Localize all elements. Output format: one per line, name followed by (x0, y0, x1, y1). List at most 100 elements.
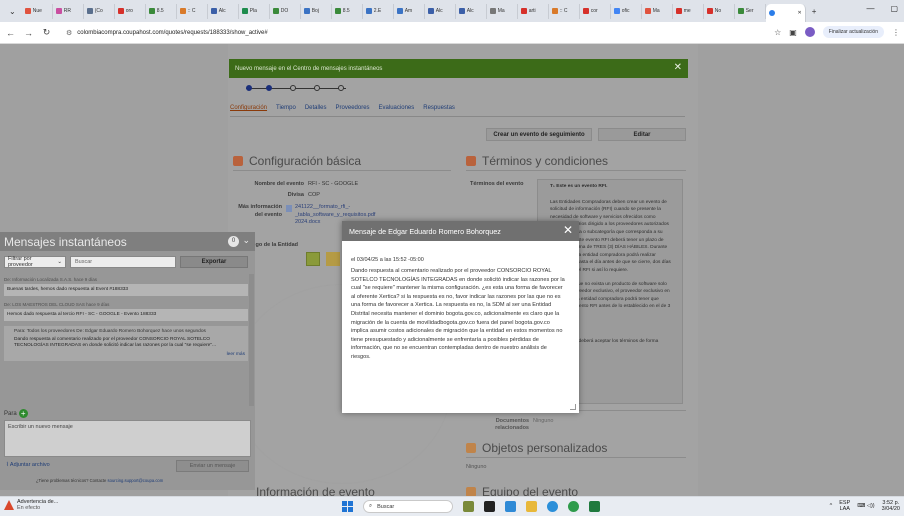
chat-search-input[interactable]: Buscar (70, 256, 176, 268)
tray-overflow-chevron-icon[interactable]: ^ (830, 503, 833, 509)
nav-configuracion[interactable]: Configuración (230, 105, 267, 111)
to-recipient-row: Para + (4, 409, 28, 418)
expanded-message[interactable]: Para: Todos los proveedores De: Edgar Ed… (4, 326, 248, 361)
browser-tab[interactable]: No (704, 3, 735, 19)
forward-arrow-icon[interactable]: → (21, 28, 36, 38)
browser-tab[interactable]: Ma (642, 3, 673, 19)
network-volume-icon[interactable]: ⌨ ◁)) (857, 503, 874, 509)
browser-tab[interactable]: :: C (177, 3, 208, 19)
browser-tab[interactable]: Ma (487, 3, 518, 19)
browser-tab[interactable]: 8.5 (146, 3, 177, 19)
back-arrow-icon[interactable]: ← (3, 28, 18, 38)
browser-tab[interactable]: ofic (611, 3, 642, 19)
chat-collapse-chevron-icon[interactable]: ⌄ (242, 235, 250, 246)
browser-tab[interactable]: Alc (456, 3, 487, 19)
wizard-step-3[interactable] (290, 85, 296, 91)
weather-warning-widget[interactable]: Advertencia de... En efecto (4, 499, 58, 511)
browser-tab[interactable]: me (673, 3, 704, 19)
browser-tab[interactable]: 8.5 (332, 3, 363, 19)
modal-resize-handle[interactable] (570, 404, 576, 410)
profile-avatar[interactable] (804, 27, 815, 37)
clock-date: 3/04/20 (881, 506, 900, 512)
browser-tab[interactable]: Boj (301, 3, 332, 19)
browser-menu-icon[interactable]: ⋮ (892, 28, 900, 37)
browser-tab[interactable]: arti (518, 3, 549, 19)
browser-tab[interactable]: oro (115, 3, 146, 19)
banner-text: Nuevo mensaje en el Centro de mensajes i… (235, 65, 383, 72)
excel-app-icon[interactable] (589, 501, 600, 512)
language-indicator[interactable]: ESP LAA (839, 500, 850, 512)
create-follow-up-event-button[interactable]: Crear un evento de seguimiento (486, 128, 592, 141)
tab-favicon-icon (427, 8, 434, 14)
maximize-icon[interactable]: ▢ (890, 4, 898, 13)
message-bubble[interactable]: Hemos dado respuesta al tercio RFI - SC … (4, 309, 248, 321)
tab-label: :: C (187, 8, 196, 14)
browser-tab[interactable]: Ser (735, 3, 766, 19)
terms-header: T₁ Este es un evento RFI. (550, 184, 608, 189)
browser-tab[interactable]: :: C (549, 3, 580, 19)
support-email-link[interactable]: sourcing.support@coupa.com (108, 478, 164, 483)
taskbar-search-box[interactable]: ⌕ Buscar (363, 500, 453, 513)
nav-proveedores[interactable]: Proveedores (336, 105, 370, 111)
export-button[interactable]: Exportar (180, 256, 248, 268)
wizard-step-4[interactable] (314, 85, 320, 91)
supplier-filter-select[interactable]: Filtrar por proveedor ⌄ (4, 256, 66, 268)
read-more-link[interactable]: leer más (14, 352, 245, 358)
nav-detalles[interactable]: Detalles (305, 105, 327, 111)
browser-tab[interactable]: Nue (22, 3, 53, 19)
new-message-textarea[interactable]: Escribir un nuevo mensaje (4, 420, 251, 457)
file-explorer-icon[interactable] (526, 501, 537, 512)
clock[interactable]: 3:52 p. 3/04/20 (882, 500, 900, 512)
nav-evaluaciones[interactable]: Evaluaciones (379, 105, 415, 111)
update-browser-button[interactable]: Finalizar actualización (822, 26, 884, 38)
wizard-step-2[interactable] (266, 85, 272, 91)
nav-respuestas[interactable]: Respuestas (423, 105, 455, 111)
tab-favicon-icon (365, 8, 372, 14)
browser-tab[interactable]: cor (580, 3, 611, 19)
tab-favicon-icon (675, 8, 682, 14)
attachment-link[interactable]: 241122__formato_rfi_-_tabla_software_y_r… (286, 204, 375, 227)
tab-close-icon[interactable]: ✕ (798, 10, 802, 16)
extensions-icon[interactable]: ▣ (789, 28, 797, 37)
store-app-icon[interactable] (505, 501, 516, 512)
browser-tab[interactable]: Am (394, 3, 425, 19)
tab-favicon-icon (303, 8, 310, 14)
nav-divider (230, 116, 685, 117)
add-recipient-plus-icon[interactable]: + (18, 409, 28, 418)
send-message-button[interactable]: Enviar un mensaje (176, 460, 249, 472)
reload-icon[interactable]: ↻ (39, 27, 54, 38)
edge-browser-icon[interactable] (547, 501, 558, 512)
browser-tab[interactable]: Alc (425, 3, 456, 19)
task-view-icon[interactable] (484, 501, 495, 512)
tab-favicon-icon (272, 8, 279, 14)
tab-list-chevron-icon[interactable]: ⌄ (3, 7, 22, 16)
modal-close-icon[interactable]: ✕ (563, 223, 573, 237)
browser-tab[interactable]: DO (270, 3, 301, 19)
tab-label: Ma (497, 8, 505, 14)
bookmark-star-icon[interactable]: ☆ (774, 28, 781, 37)
widgets-app-icon[interactable] (463, 501, 474, 512)
chat-scrollbar[interactable] (249, 274, 254, 406)
new-tab-button[interactable]: + (806, 7, 823, 16)
nav-tiempo[interactable]: Tiempo (276, 105, 296, 111)
wizard-step-1[interactable] (246, 85, 252, 91)
chrome-browser-icon[interactable] (568, 501, 579, 512)
tab-label: No (714, 8, 722, 14)
banner-close-icon[interactable]: ✕ (674, 62, 682, 73)
new-message-banner: Nuevo mensaje en el Centro de mensajes i… (229, 59, 688, 78)
browser-tab[interactable]: Pla (239, 3, 270, 19)
browser-tab[interactable]: (Co (84, 3, 115, 19)
browser-tab-bar: ⌄ Nue RR (Co oro 8.5:: C Alc Pla DO Boj 8.5 2.E Am A… (0, 0, 904, 22)
site-settings-icon[interactable]: ⚙ (66, 29, 72, 37)
attach-file-link[interactable]: ⌇ Adjuntar archivo (6, 462, 50, 468)
message-bubble[interactable]: Buenas tardes, hemos dado respuesta al E… (4, 284, 248, 296)
edit-button[interactable]: Editar (598, 128, 686, 141)
browser-tab[interactable]: Alc (208, 3, 239, 19)
wizard-step-5[interactable] (338, 85, 344, 91)
start-windows-icon[interactable] (342, 501, 353, 512)
browser-tab[interactable]: RR (53, 3, 84, 19)
minimize-icon[interactable]: — (866, 4, 874, 13)
browser-tab[interactable]: 2.E (363, 3, 394, 19)
browser-tab-active[interactable]: ✕ (765, 4, 806, 22)
url-bar[interactable]: ⚙ colombiacompra.coupahost.com/quotes/re… (60, 25, 800, 40)
